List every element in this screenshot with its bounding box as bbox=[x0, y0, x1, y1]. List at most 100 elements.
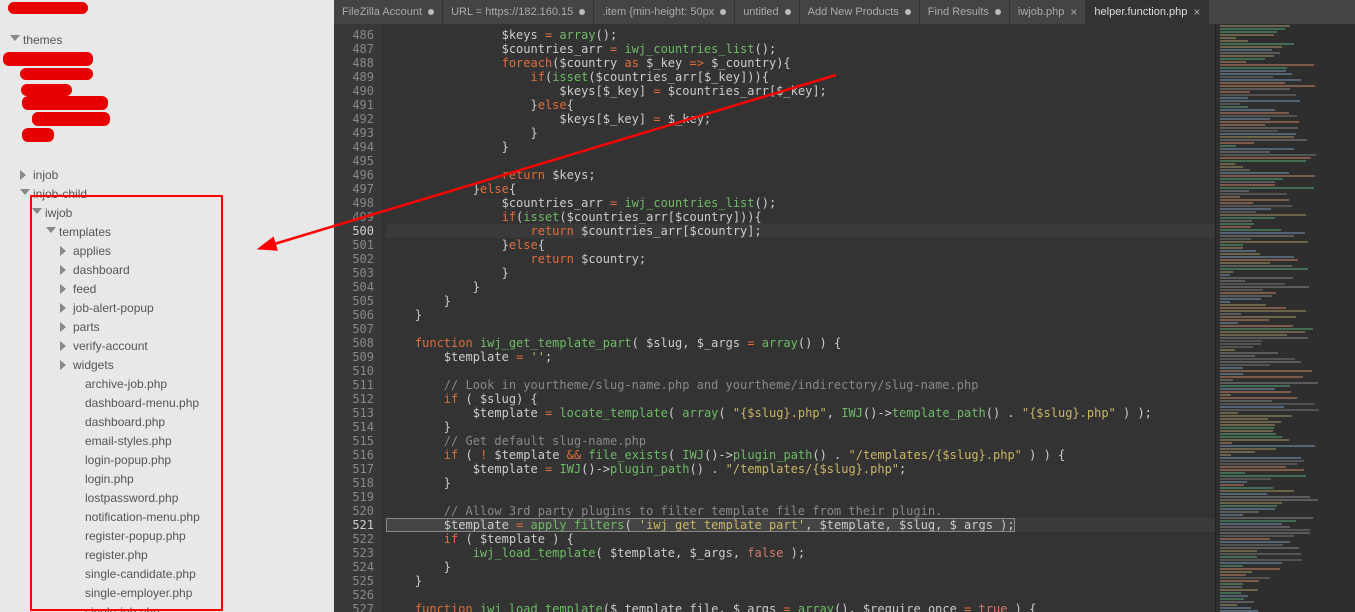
line-number: 526 bbox=[334, 588, 374, 602]
minimap-line bbox=[1220, 214, 1306, 216]
tree-item-label: injob bbox=[33, 168, 58, 182]
minimap-line bbox=[1220, 157, 1311, 159]
tree-item-label: parts bbox=[73, 320, 100, 334]
tree-item[interactable]: single-employer.php bbox=[0, 583, 334, 602]
tab-label: helper.function.php bbox=[1094, 6, 1187, 18]
minimap-line bbox=[1220, 412, 1238, 414]
minimap-line bbox=[1220, 571, 1252, 573]
tree-item[interactable]: single-job.php bbox=[0, 602, 334, 612]
minimap-line bbox=[1220, 127, 1298, 129]
editor-tab[interactable]: Find Results bbox=[920, 0, 1010, 24]
tree-root[interactable]: themes bbox=[0, 30, 334, 49]
minimap-line bbox=[1220, 472, 1245, 474]
tree-item[interactable]: email-styles.php bbox=[0, 431, 334, 450]
tree-item[interactable]: notification-menu.php bbox=[0, 507, 334, 526]
code-line: $countries_arr = iwj_countries_list(); bbox=[386, 196, 1215, 210]
code-line: } bbox=[386, 308, 1215, 322]
code-line: if ( $slug) { bbox=[386, 392, 1215, 406]
code-content[interactable]: $keys = array(); $countries_arr = iwj_co… bbox=[382, 24, 1215, 612]
minimap-line bbox=[1220, 364, 1270, 366]
tree-item[interactable]: single-candidate.php bbox=[0, 564, 334, 583]
code-editor[interactable]: 4864874884894904914924934944954964974984… bbox=[334, 24, 1355, 612]
tree-item-label: email-styles.php bbox=[85, 434, 172, 448]
tree-item[interactable]: login.php bbox=[0, 469, 334, 488]
editor-tab[interactable]: .item {min-height: 50px bbox=[594, 0, 735, 24]
minimap-line bbox=[1220, 148, 1294, 150]
tab-bar: FileZilla Account URL = https://182.160.1… bbox=[334, 0, 1355, 24]
tree-item-label: register.php bbox=[85, 548, 148, 562]
tree-item-label: single-job.php bbox=[85, 605, 160, 612]
minimap-line bbox=[1220, 511, 1259, 513]
minimap-line bbox=[1220, 136, 1294, 138]
line-number: 525 bbox=[334, 574, 374, 588]
line-number: 487 bbox=[334, 42, 374, 56]
minimap-line bbox=[1220, 568, 1280, 570]
tree-item-label: templates bbox=[59, 225, 111, 239]
tree-item[interactable]: login-popup.php bbox=[0, 450, 334, 469]
editor-tab[interactable]: helper.function.php × bbox=[1086, 0, 1209, 24]
tree-item[interactable]: job-alert-popup bbox=[0, 298, 334, 317]
tree-item[interactable]: feed bbox=[0, 279, 334, 298]
minimap-line bbox=[1220, 589, 1258, 591]
tree-item-label: widgets bbox=[73, 358, 114, 372]
minimap-line bbox=[1220, 91, 1250, 93]
line-number: 517 bbox=[334, 462, 374, 476]
editor-tab[interactable]: iwjob.php× bbox=[1010, 0, 1087, 24]
minimap-line bbox=[1220, 334, 1287, 336]
tree-item[interactable]: parts bbox=[0, 317, 334, 336]
tree-item[interactable]: lostpassword.php bbox=[0, 488, 334, 507]
line-number-gutter: 4864874884894904914924934944954964974984… bbox=[334, 24, 382, 612]
tree-item[interactable]: register.php bbox=[0, 545, 334, 564]
minimap-line bbox=[1220, 493, 1267, 495]
minimap-line bbox=[1220, 541, 1290, 543]
tab-label: FileZilla Account bbox=[342, 6, 422, 18]
tree-item[interactable]: verify-account bbox=[0, 336, 334, 355]
minimap-line bbox=[1220, 31, 1277, 33]
minimap-line bbox=[1220, 172, 1289, 174]
minimap-line bbox=[1220, 499, 1318, 501]
line-number: 504 bbox=[334, 280, 374, 294]
tree-item[interactable]: dashboard-menu.php bbox=[0, 393, 334, 412]
minimap-line bbox=[1220, 400, 1272, 402]
minimap-line bbox=[1220, 139, 1307, 141]
minimap-line bbox=[1220, 202, 1253, 204]
tree-item[interactable]: applies bbox=[0, 241, 334, 260]
editor-tab[interactable]: untitled bbox=[735, 0, 799, 24]
tree-item[interactable]: iwjob bbox=[0, 203, 334, 222]
code-line: } bbox=[386, 574, 1215, 588]
tree-item[interactable]: injob bbox=[0, 165, 334, 184]
editor-tab[interactable]: FileZilla Account bbox=[334, 0, 443, 24]
tree-item[interactable]: injob-child bbox=[0, 184, 334, 203]
tree-item[interactable]: widgets bbox=[0, 355, 334, 374]
close-icon[interactable]: × bbox=[1193, 5, 1200, 19]
minimap-line bbox=[1220, 562, 1282, 564]
line-number: 513 bbox=[334, 406, 374, 420]
code-line: function iwj_load_template($_template_fi… bbox=[386, 602, 1215, 612]
tree-item[interactable]: templates bbox=[0, 222, 334, 241]
code-line: if(isset($countries_arr[$country])){ bbox=[386, 210, 1215, 224]
close-icon[interactable]: × bbox=[1070, 5, 1077, 19]
minimap-line bbox=[1220, 208, 1271, 210]
tree-item[interactable]: dashboard bbox=[0, 260, 334, 279]
minimap-line bbox=[1220, 292, 1276, 294]
line-number: 497 bbox=[334, 182, 374, 196]
minimap-line bbox=[1220, 301, 1230, 303]
minimap[interactable] bbox=[1215, 24, 1355, 612]
minimap-line bbox=[1220, 151, 1270, 153]
editor-tab[interactable]: URL = https://182.160.15 bbox=[443, 0, 594, 24]
editor-tab[interactable]: Add New Products bbox=[800, 0, 920, 24]
minimap-line bbox=[1220, 250, 1256, 252]
minimap-line bbox=[1220, 385, 1290, 387]
tree-item[interactable]: archive-job.php bbox=[0, 374, 334, 393]
tree-item[interactable]: register-popup.php bbox=[0, 526, 334, 545]
chevron-right-icon bbox=[20, 170, 30, 180]
minimap-line bbox=[1220, 319, 1269, 321]
minimap-line bbox=[1220, 106, 1248, 108]
line-number: 512 bbox=[334, 392, 374, 406]
tree-item[interactable]: dashboard.php bbox=[0, 412, 334, 431]
minimap-line bbox=[1220, 265, 1292, 267]
minimap-line bbox=[1220, 217, 1275, 219]
tree-item-label: login.php bbox=[85, 472, 134, 486]
code-line: // Look in yourtheme/slug-name.php and y… bbox=[386, 378, 1215, 392]
chevron-down-icon bbox=[32, 208, 42, 218]
